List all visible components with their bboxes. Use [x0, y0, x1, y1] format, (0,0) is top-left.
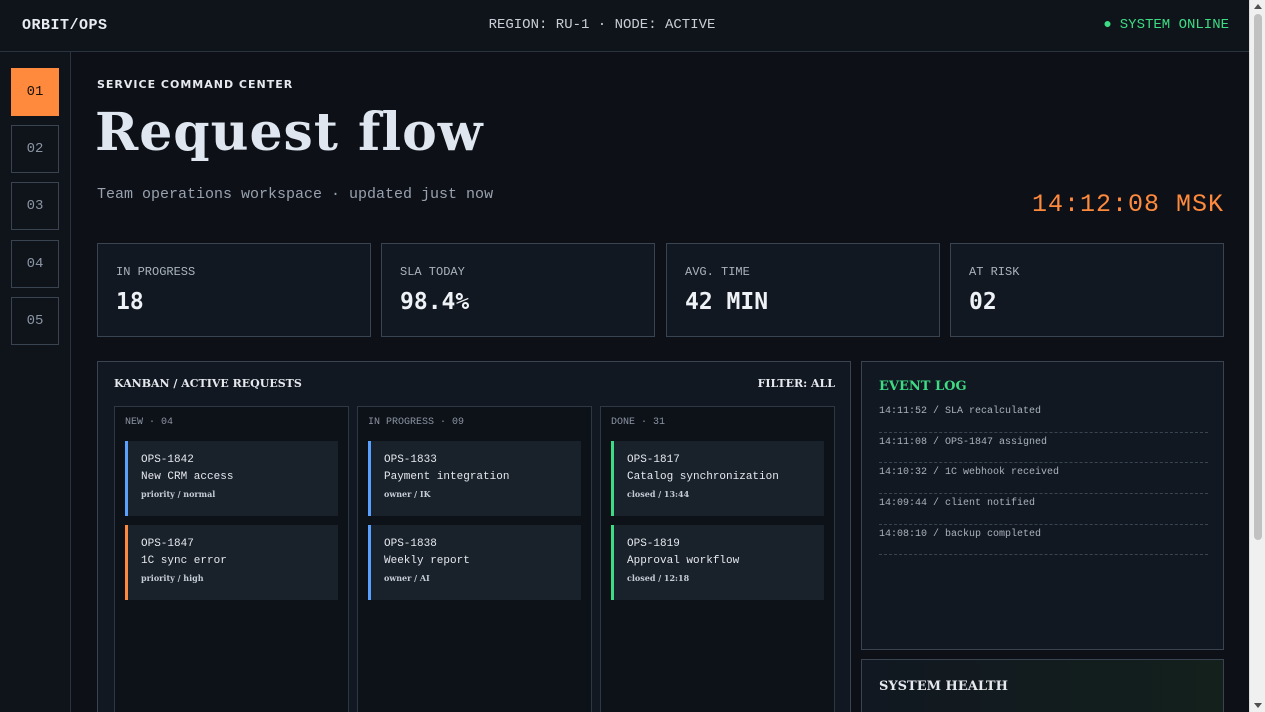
kpi-label: SLA TODAY [400, 265, 465, 279]
card-id: OPS-1838 [384, 538, 437, 550]
card-meta: owner / IK [384, 489, 431, 499]
request-card[interactable]: OPS-1833 Payment integration owner / IK [368, 441, 581, 516]
card-id: OPS-1819 [627, 538, 680, 550]
kpi-label: AT RISK [969, 265, 1020, 279]
kpi-value: 42 MIN [685, 289, 769, 315]
card-meta: priority / normal [141, 489, 216, 499]
page-scrollbar[interactable] [1249, 0, 1265, 712]
card-title: Payment integration [384, 471, 510, 483]
column-title: DONE · 31 [611, 417, 666, 428]
card-title: Approval workflow [627, 555, 740, 567]
system-health-title: SYSTEM HEALTH [879, 679, 1008, 694]
rail-item-03[interactable]: 03 [11, 182, 59, 230]
page-eyebrow: SERVICE COMMAND CENTER [97, 78, 294, 91]
kpi-value: 02 [969, 289, 997, 315]
event-log-entry: 14:10:32 / 1C webhook received [879, 463, 1208, 495]
clock: 14:12:08 MSK [1031, 190, 1224, 219]
request-card[interactable]: OPS-1838 Weekly report owner / AI [368, 525, 581, 600]
card-title: New CRM access [141, 471, 234, 483]
system-status: ● SYSTEM ONLINE [1103, 17, 1229, 33]
card-id: OPS-1817 [627, 454, 680, 466]
status-dot-icon: ● [1103, 17, 1112, 33]
side-rail: 01 02 03 04 05 [0, 52, 71, 712]
request-card[interactable]: OPS-1842 New CRM access priority / norma… [125, 441, 338, 516]
kpi-card-sla-today: SLA TODAY 98.4% [381, 243, 655, 337]
event-log-entry: 14:11:52 / SLA recalculated [879, 402, 1208, 433]
card-id: OPS-1847 [141, 538, 194, 550]
kpi-card-at-risk: AT RISK 02 [950, 243, 1224, 337]
kpi-value: 18 [116, 289, 144, 315]
scrollbar-thumb[interactable] [1254, 14, 1262, 540]
kpi-label: IN PROGRESS [116, 265, 196, 279]
card-meta: owner / AI [384, 573, 430, 583]
system-status-label: SYSTEM ONLINE [1119, 17, 1229, 33]
request-card[interactable]: OPS-1817 Catalog synchronization closed … [611, 441, 824, 516]
card-meta: closed / 12:18 [627, 573, 690, 583]
kanban-title: KANBAN / ACTIVE REQUESTS [114, 377, 302, 390]
kanban-filter[interactable]: FILTER: ALL [758, 377, 835, 390]
event-log-title: EVENT LOG [879, 379, 967, 394]
card-id: OPS-1842 [141, 454, 194, 466]
kanban-board: KANBAN / ACTIVE REQUESTS FILTER: ALL NEW… [97, 361, 851, 712]
kanban-column-new: NEW · 04 OPS-1842 New CRM access priorit… [114, 406, 349, 712]
column-title: IN PROGRESS · 09 [368, 417, 465, 428]
request-card[interactable]: OPS-1847 1C sync error priority / high [125, 525, 338, 600]
kpi-card-avg-time: AVG. TIME 42 MIN [666, 243, 940, 337]
card-meta: closed / 13:44 [627, 489, 690, 499]
kanban-column-done: DONE · 31 OPS-1817 Catalog synchronizati… [600, 406, 835, 712]
request-card[interactable]: OPS-1819 Approval workflow closed / 12:1… [611, 525, 824, 600]
kpi-label: AVG. TIME [685, 265, 750, 279]
card-title: Catalog synchronization [627, 471, 779, 483]
card-title: 1C sync error [141, 555, 227, 567]
event-log-entry: 14:11:08 / OPS-1847 assigned [879, 433, 1208, 464]
card-meta: priority / high [141, 573, 204, 583]
kpi-value: 98.4% [400, 289, 470, 315]
system-health-panel: SYSTEM HEALTH [861, 659, 1224, 712]
event-log-entry: 14:08:10 / backup completed [879, 525, 1208, 556]
rail-item-02[interactable]: 02 [11, 125, 59, 173]
rail-item-04[interactable]: 04 [11, 240, 59, 288]
event-log-list: 14:11:52 / SLA recalculated 14:11:08 / O… [879, 402, 1208, 556]
rail-item-01[interactable]: 01 [11, 68, 59, 116]
column-title: NEW · 04 [125, 417, 174, 428]
scroll-down-icon[interactable] [1254, 703, 1262, 708]
scroll-up-icon[interactable] [1254, 4, 1262, 9]
event-log-entry: 14:09:44 / client notified [879, 494, 1208, 525]
top-bar: ORBIT/OPS REGION: RU-1 · NODE: ACTIVE ● S… [0, 0, 1249, 52]
kpi-card-in-progress: IN PROGRESS 18 [97, 243, 371, 337]
rail-item-05[interactable]: 05 [11, 297, 59, 345]
kanban-column-in-progress: IN PROGRESS · 09 OPS-1833 Payment integr… [357, 406, 592, 712]
event-log-panel: EVENT LOG 14:11:52 / SLA recalculated 14… [861, 361, 1224, 650]
card-id: OPS-1833 [384, 454, 437, 466]
page-subtitle: Team operations workspace · updated just… [97, 186, 494, 203]
card-title: Weekly report [384, 555, 470, 567]
page-title: Request flow [95, 102, 484, 163]
region-indicator: REGION: RU-1 · NODE: ACTIVE [488, 17, 716, 33]
